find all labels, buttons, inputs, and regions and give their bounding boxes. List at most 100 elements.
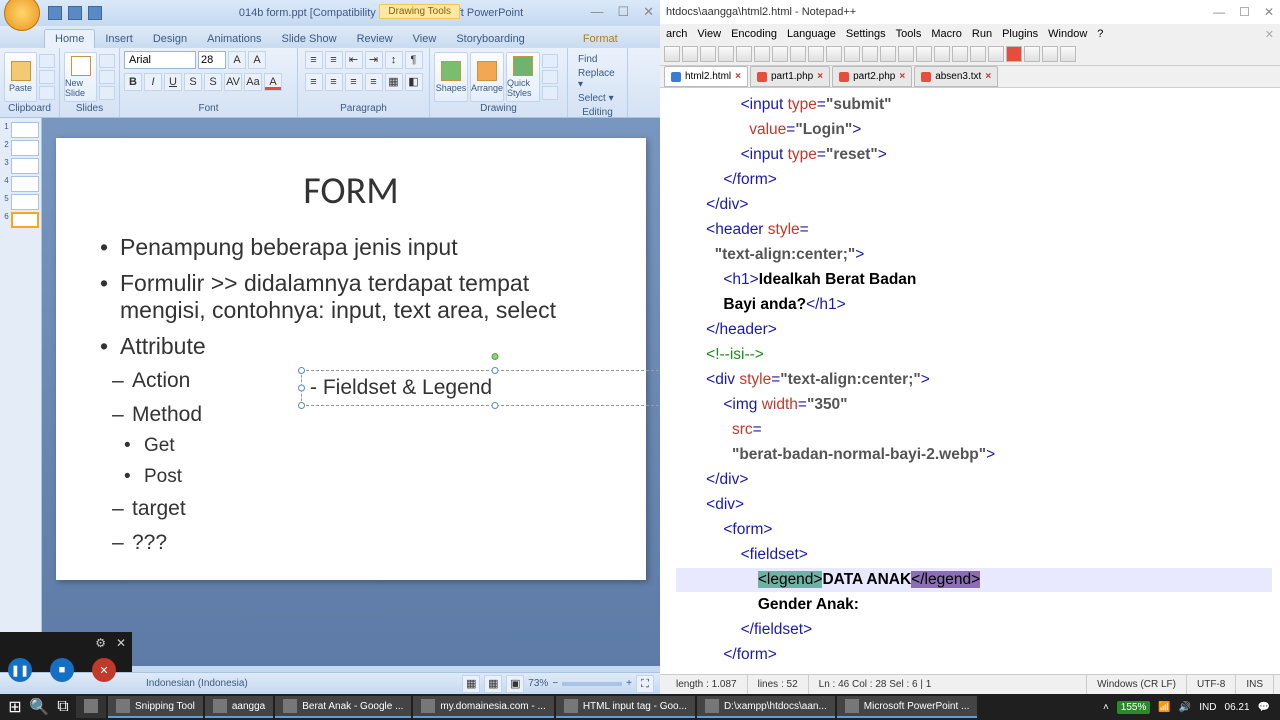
thumb-6[interactable] — [11, 212, 39, 228]
zoom-slider[interactable] — [562, 682, 622, 686]
start-button[interactable]: ⊞ — [4, 696, 26, 718]
tab-part2[interactable]: part2.php× — [832, 66, 912, 87]
arrange-button[interactable]: Arrange — [470, 52, 504, 102]
tab-storyboarding[interactable]: Storyboarding — [446, 30, 535, 48]
replace-button[interactable]: Replace ▾ — [574, 67, 621, 91]
tab-slideshow[interactable]: Slide Show — [272, 30, 347, 48]
zoom-in-icon[interactable] — [898, 46, 914, 62]
npp-toolbar[interactable] — [660, 44, 1280, 66]
paste-icon[interactable] — [808, 46, 824, 62]
copy-icon[interactable] — [790, 46, 806, 62]
tray-up-icon[interactable]: ˄ — [1103, 702, 1109, 713]
taskbar-chrome2[interactable]: my.domainesia.com - ... — [413, 696, 553, 718]
tab-absen3[interactable]: absen3.txt× — [914, 66, 998, 87]
play-icon[interactable] — [1024, 46, 1040, 62]
view-sorter-icon[interactable]: ▦ — [484, 675, 502, 693]
wrap-icon[interactable] — [934, 46, 950, 62]
cut-icon[interactable] — [772, 46, 788, 62]
maximize-icon[interactable]: ☐ — [617, 4, 629, 20]
indent-icon[interactable]: ⇥ — [365, 51, 383, 69]
fieldset-textbox[interactable]: - Fieldset & Legend — [301, 370, 689, 406]
thumb-4[interactable] — [11, 176, 39, 192]
reset-icon[interactable] — [99, 70, 115, 84]
thumb-1[interactable] — [11, 122, 39, 138]
zoom-out-icon[interactable] — [916, 46, 932, 62]
view-normal-icon[interactable]: ▦ — [462, 675, 480, 693]
menu-tools[interactable]: Tools — [896, 28, 922, 40]
font-size-select[interactable]: 28 — [198, 51, 226, 69]
menu-search[interactable]: arch — [666, 28, 687, 40]
delete-icon[interactable] — [99, 86, 115, 100]
showall-icon[interactable] — [952, 46, 968, 62]
battery-icon[interactable]: 155% — [1117, 701, 1151, 714]
copy-icon[interactable] — [39, 70, 55, 84]
tab-close-icon[interactable]: × — [735, 71, 741, 82]
resize-handle[interactable] — [298, 367, 305, 374]
menu-view[interactable]: View — [697, 28, 721, 40]
close-all-icon[interactable]: ✕ — [1265, 28, 1274, 41]
bullets-icon[interactable]: ≡ — [305, 51, 323, 69]
record-pause-button[interactable]: ❚❚ — [8, 658, 32, 682]
menu-encoding[interactable]: Encoding — [731, 28, 777, 40]
code-editor[interactable]: <input type="submit" value="Login"> <inp… — [660, 88, 1280, 674]
grow-font-icon[interactable]: A — [228, 51, 246, 69]
menu-settings[interactable]: Settings — [846, 28, 886, 40]
quick-access-toolbar[interactable] — [48, 6, 102, 20]
doc-icon[interactable] — [1060, 46, 1076, 62]
taskbar-vscode[interactable] — [76, 696, 106, 718]
cut-icon[interactable] — [39, 54, 55, 68]
taskbar-explorer[interactable]: aangga — [205, 696, 273, 718]
resize-handle[interactable] — [298, 402, 305, 409]
tab-close-icon[interactable]: × — [985, 71, 991, 82]
notifications-icon[interactable]: 💬 — [1258, 702, 1270, 713]
saveall-icon[interactable] — [718, 46, 734, 62]
close-icon[interactable] — [736, 46, 752, 62]
close-icon[interactable]: ✕ — [643, 4, 654, 20]
direction-icon[interactable]: ¶ — [405, 51, 423, 69]
open-icon[interactable] — [682, 46, 698, 62]
undo-icon[interactable] — [826, 46, 842, 62]
smartart-icon[interactable]: ◧ — [405, 73, 423, 91]
zoom-out-icon[interactable]: − — [552, 678, 558, 689]
thumb-3[interactable] — [11, 158, 39, 174]
task-view-icon[interactable]: ⧉ — [52, 696, 74, 718]
outdent-icon[interactable]: ⇤ — [345, 51, 363, 69]
taskbar-powerpoint[interactable]: Microsoft PowerPoint ... — [837, 696, 978, 718]
italic-button[interactable]: I — [144, 73, 162, 91]
shape-fill-icon[interactable] — [542, 54, 558, 68]
indent-icon[interactable] — [970, 46, 986, 62]
close-icon[interactable]: ✕ — [1264, 5, 1274, 19]
clock[interactable]: 06.21 — [1225, 702, 1250, 713]
align-left-icon[interactable]: ≡ — [305, 73, 323, 91]
minimize-icon[interactable]: — — [590, 4, 603, 20]
justify-icon[interactable]: ≡ — [365, 73, 383, 91]
shape-effects-icon[interactable] — [542, 86, 558, 100]
case-button[interactable]: Aa — [244, 73, 262, 91]
menu-help[interactable]: ? — [1097, 28, 1103, 40]
run-icon[interactable] — [1042, 46, 1058, 62]
shadow-button[interactable]: S — [204, 73, 222, 91]
find-icon[interactable] — [862, 46, 878, 62]
save-icon[interactable] — [700, 46, 716, 62]
font-color-button[interactable]: A — [264, 73, 282, 91]
resize-handle[interactable] — [492, 402, 499, 409]
record-icon[interactable] — [1006, 46, 1022, 62]
new-icon[interactable] — [664, 46, 680, 62]
zoom-in-icon[interactable]: + — [626, 678, 632, 689]
layout-icon[interactable] — [99, 54, 115, 68]
tab-home[interactable]: Home — [44, 29, 95, 48]
paste-button[interactable]: Paste — [4, 52, 37, 102]
npp-menubar[interactable]: arch View Encoding Language Settings Too… — [660, 24, 1280, 44]
minimize-icon[interactable]: — — [1213, 5, 1225, 19]
redo-icon[interactable] — [844, 46, 860, 62]
view-slideshow-icon[interactable]: ▣ — [506, 675, 524, 693]
strike-button[interactable]: S — [184, 73, 202, 91]
shapes-button[interactable]: Shapes — [434, 52, 468, 102]
tab-animations[interactable]: Animations — [197, 30, 271, 48]
thumb-2[interactable] — [11, 140, 39, 156]
tab-html2[interactable]: html2.html× — [664, 66, 748, 87]
menu-macro[interactable]: Macro — [931, 28, 962, 40]
taskbar-npp[interactable]: D:\xampp\htdocs\aan... — [697, 696, 835, 718]
tab-format[interactable]: Format — [573, 30, 628, 48]
resize-handle[interactable] — [298, 385, 305, 392]
